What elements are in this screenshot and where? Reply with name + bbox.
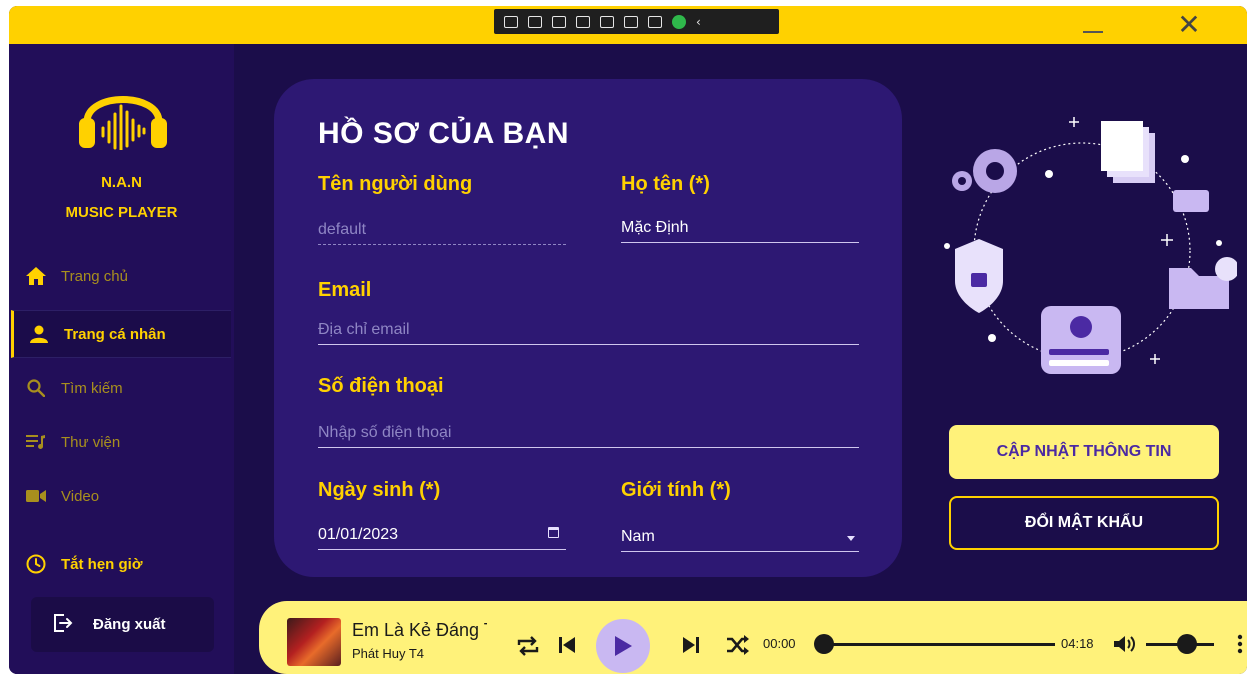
previous-button[interactable] <box>555 633 579 657</box>
minimize-button[interactable] <box>1067 12 1117 40</box>
phone-label: Số điện thoại <box>318 375 444 397</box>
skip-previous-icon <box>559 637 575 653</box>
check-status-icon[interactable] <box>672 14 686 29</box>
username-label: Tên người dùng <box>318 173 473 195</box>
sidebar-item-video[interactable]: Video <box>11 472 231 520</box>
volume-icon <box>1114 636 1135 652</box>
song-title: Em Là Kẻ Đáng Thương <box>352 620 487 640</box>
app-name-line1: N.A.N <box>101 174 142 191</box>
security-illustration <box>944 117 1237 374</box>
title-bar[interactable]: ‹ ✕ <box>9 6 1247 44</box>
app-name-line2: MUSIC PLAYER <box>65 204 178 221</box>
sidebar-item-library[interactable]: Thư viện <box>11 418 231 466</box>
page-title: HỒ SƠ CỦA BẠN <box>318 117 569 150</box>
fullname-field[interactable] <box>621 213 859 243</box>
library-icon <box>25 431 47 453</box>
sidebar: N.A.N MUSIC PLAYER Trang chủ Trang cá nh… <box>9 44 234 674</box>
more-options-button[interactable] <box>1234 631 1246 657</box>
email-field[interactable] <box>318 315 859 345</box>
gender-label: Giới tính (*) <box>621 479 731 501</box>
home-icon <box>25 265 47 287</box>
fullname-label: Họ tên (*) <box>621 173 710 195</box>
sidebar-item-search[interactable]: Tìm kiếm <box>11 364 231 412</box>
sidebar-item-label: Video <box>61 487 100 505</box>
logout-button[interactable]: Đăng xuất <box>31 597 214 652</box>
progress-bar[interactable] <box>819 643 1055 646</box>
calendar-icon[interactable] <box>548 527 559 538</box>
sidebar-item-profile[interactable]: Trang cá nhân <box>11 310 231 358</box>
sidebar-item-home[interactable]: Trang chủ <box>11 252 231 300</box>
username-field[interactable] <box>318 215 566 245</box>
update-info-button[interactable]: CẬP NHẬT THÔNG TIN <box>949 425 1219 479</box>
profile-card: HỒ SƠ CỦA BẠN Tên người dùng Họ tên (*) … <box>274 79 902 577</box>
email-label: Email <box>318 279 372 301</box>
sidebar-item-label: Tìm kiếm <box>61 379 123 397</box>
volume-button[interactable] <box>1111 632 1139 656</box>
song-artist: Phát Huy T4 <box>352 646 425 661</box>
sidebar-item-label: Trang chủ <box>61 267 128 285</box>
dob-label: Ngày sinh (*) <box>318 479 441 501</box>
player-bar: Em Là Kẻ Đáng Thương Phát Huy T4 00:00 0… <box>259 601 1247 674</box>
accessibility-icon[interactable] <box>648 15 662 28</box>
sidebar-item-label: Thư viện <box>61 433 121 451</box>
chevron-down-icon[interactable] <box>847 536 855 541</box>
time-total: 04:18 <box>1061 636 1094 651</box>
track-focus-icon[interactable] <box>600 15 614 28</box>
live-tree-icon[interactable] <box>504 15 518 28</box>
repeat-button[interactable] <box>515 633 541 659</box>
album-art[interactable] <box>287 618 341 666</box>
record-icon[interactable] <box>528 15 542 28</box>
select-element-icon[interactable] <box>552 15 566 28</box>
logout-label: Đăng xuất <box>93 616 166 633</box>
shuffle-icon <box>727 635 749 655</box>
sidebar-item-label: Tắt hẹn giờ <box>61 555 143 573</box>
sidebar-item-timer[interactable]: Tắt hẹn giờ <box>11 540 231 588</box>
change-password-button[interactable]: ĐỔI MẬT KHẨU <box>949 496 1219 550</box>
more-vertical-icon <box>1237 634 1243 654</box>
dob-field[interactable] <box>318 520 566 550</box>
close-button[interactable]: ✕ <box>1164 10 1214 40</box>
time-current: 00:00 <box>763 636 796 651</box>
hot-reload-icon[interactable] <box>624 15 638 28</box>
play-button[interactable] <box>596 619 650 673</box>
progress-thumb[interactable] <box>814 634 834 654</box>
debug-toolbar[interactable]: ‹ <box>494 9 779 34</box>
gender-select[interactable] <box>621 522 859 552</box>
skip-next-icon <box>683 637 699 653</box>
app-name: N.A.N MUSIC PLAYER <box>9 168 234 228</box>
sidebar-item-label: Trang cá nhân <box>64 325 166 343</box>
search-icon <box>25 377 47 399</box>
phone-field[interactable] <box>318 418 859 448</box>
repeat-icon <box>517 636 539 656</box>
volume-thumb[interactable] <box>1176 634 1197 654</box>
shuffle-button[interactable] <box>725 633 751 657</box>
play-icon <box>615 636 632 656</box>
video-icon <box>25 485 47 507</box>
next-button[interactable] <box>679 633 703 657</box>
headphones-logo-icon <box>79 96 167 150</box>
clock-icon <box>25 553 47 575</box>
user-icon <box>28 323 50 345</box>
app-window: ‹ ✕ N.A.N MUSIC PLAYER Trang chủ Trang c… <box>9 6 1247 674</box>
collapse-chevron-icon[interactable]: ‹ <box>696 15 701 29</box>
logout-icon <box>53 613 73 637</box>
display-layout-icon[interactable] <box>576 15 590 28</box>
